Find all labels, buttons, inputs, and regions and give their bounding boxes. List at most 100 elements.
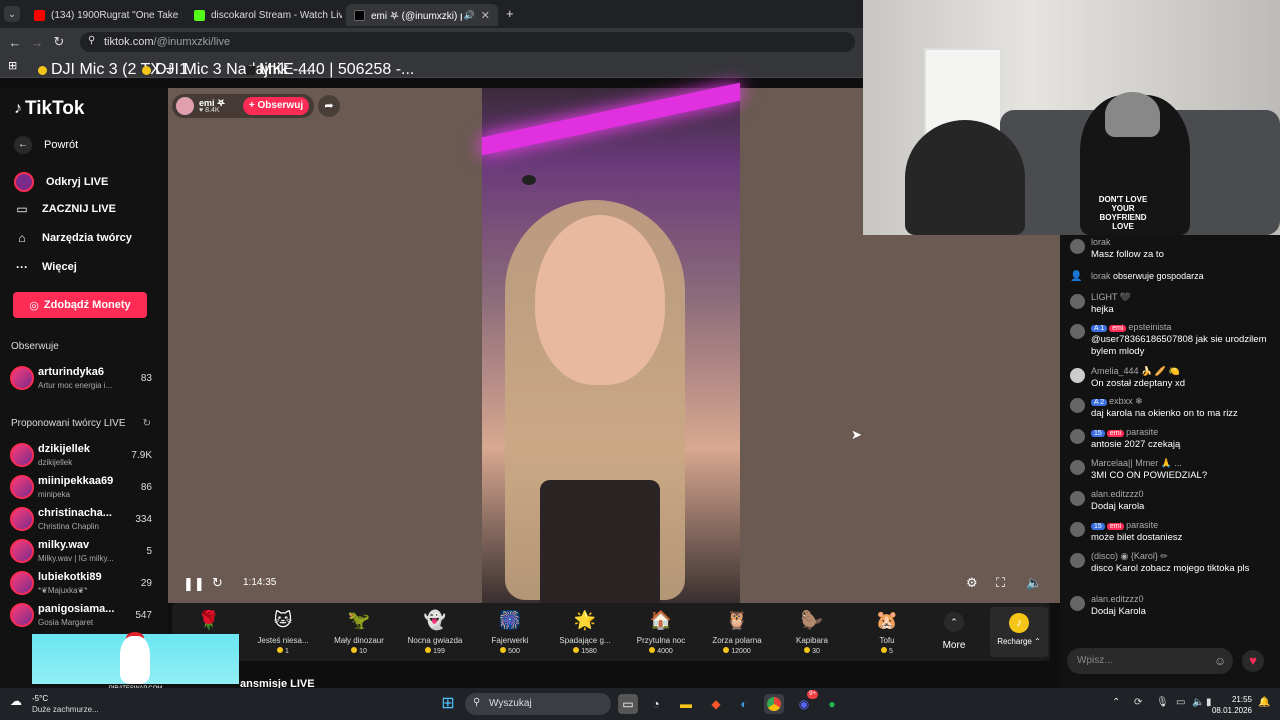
gift-item[interactable]: 👻 Nocna gwiazda 199 <box>398 607 472 655</box>
sync-icon[interactable]: ⟳ <box>1134 697 1142 708</box>
more-gifts-button[interactable]: ⌃ More <box>935 612 973 651</box>
chat-user[interactable]: (disco) ◉ {Karol} ✏ <box>1091 551 1168 562</box>
tab-label: discokarol Stream - Watch Live <box>211 9 342 21</box>
chat-user-row: 15 emi parasite <box>1091 520 1158 530</box>
suggested-creator[interactable]: lubiekotki89 *❦Majuxka❦* 29 <box>10 569 152 599</box>
follow-button[interactable]: + Obserwuj <box>243 97 309 115</box>
chat-user[interactable]: alan.editzzz0 <box>1091 489 1144 499</box>
share-icon[interactable]: ➦ <box>318 95 340 117</box>
avatar <box>10 366 34 390</box>
brave-icon[interactable]: ◆ <box>706 694 726 714</box>
site-info-icon[interactable]: ⚲ <box>88 35 95 46</box>
chat-user[interactable]: alan.editzzz0 <box>1091 594 1144 604</box>
avatar <box>1070 294 1085 309</box>
bookmark-3[interactable]: MKE 440 | 506258 -... <box>246 61 414 79</box>
nav-discover-live[interactable]: Odkryj LIVE <box>14 172 108 192</box>
pause-icon[interactable]: ❚❚ <box>183 576 205 592</box>
tiktok-logo[interactable]: ♪ TikTok <box>14 98 84 120</box>
viewer-count: 334 <box>135 514 152 525</box>
gift-item[interactable]: 🏠 Przytulna noc 4000 <box>624 607 698 655</box>
heart-icon[interactable]: ♥ <box>1242 650 1264 672</box>
suggested-creator[interactable]: dzikijellek dzikijellek 7.9K <box>10 441 152 471</box>
following-creator[interactable]: arturindyka6 Artur moc energia i... 83 <box>10 364 152 394</box>
discord-icon[interactable]: ◉ 9+ <box>794 690 818 714</box>
refresh-icon[interactable]: ↻ <box>212 575 223 591</box>
suggested-creator[interactable]: miinipekkaa69 minipeka 86 <box>10 473 152 503</box>
mic-icon[interactable]: 🎙 <box>1156 697 1169 708</box>
task-view-icon[interactable]: ▭ <box>618 694 638 714</box>
nav-more[interactable]: ··· Więcej <box>14 260 77 274</box>
gift-item[interactable]: 🎆 Fajerwerki 500 <box>473 607 547 655</box>
new-tab-button[interactable]: + <box>506 6 514 21</box>
suggested-creator[interactable]: christinacha... Christina Chaplin 334 <box>10 505 152 535</box>
close-icon[interactable]: ✕ <box>475 9 490 22</box>
chat-user[interactable]: Marcelaa|| Mmer 🙏 ... <box>1091 458 1182 469</box>
gift-price: 10 <box>322 647 396 655</box>
settings-icon[interactable]: ⚙ <box>966 575 978 591</box>
refresh-icon[interactable]: ↻ <box>143 418 151 429</box>
app-icon[interactable]: ◔ <box>646 694 666 714</box>
volume-icon[interactable]: 🔈 <box>1026 575 1042 591</box>
gift-item[interactable]: 🦖 Mały dinozaur 10 <box>322 607 396 655</box>
chat-user[interactable]: Amelia_444 🍌 🥖 🍋 <box>1091 366 1180 377</box>
gift-item[interactable]: 🌹 <box>172 607 246 633</box>
fullscreen-icon[interactable]: ⛶ <box>996 575 1005 591</box>
chevron-up-icon[interactable]: ⌃ <box>1112 697 1120 708</box>
weather-icon[interactable]: ☁ <box>10 694 22 708</box>
chat-user[interactable]: LIGHT 🖤 <box>1091 292 1131 303</box>
speaker-icon[interactable]: 🔊 <box>464 10 475 21</box>
spotify-icon[interactable]: ● <box>822 694 842 714</box>
gift-item[interactable]: 🌟 Spadające g... 1580 <box>548 607 622 655</box>
host-avatar[interactable] <box>176 97 194 115</box>
gift-price: 4000 <box>624 647 698 655</box>
gift-item[interactable]: 🐱 Jesteś niesa... 1 <box>246 607 320 655</box>
chat-user[interactable]: parasite <box>1126 427 1158 437</box>
windows-start-icon[interactable]: ⊞ <box>438 694 458 714</box>
taskbar-search[interactable]: ⚲ Wyszukaj <box>465 693 611 715</box>
chat-user[interactable]: lorak <box>1091 271 1111 281</box>
network-icon[interactable]: ▭ <box>1176 697 1185 708</box>
chat-message: 👤 lorak obserwuje gospodarza <box>1070 271 1270 287</box>
creator-sub: Artur moc energia i... <box>38 381 113 390</box>
edge-icon[interactable]: ◐ <box>734 694 754 714</box>
fan-badge: emi <box>1109 325 1127 332</box>
recharge-button[interactable]: ♪ Recharge ⌃ <box>990 607 1048 657</box>
chat-user[interactable]: lorak <box>1091 237 1111 247</box>
chat-user[interactable]: epsteinista <box>1128 322 1171 332</box>
suggested-heading: Proponowani twórcy LIVE ↻ <box>11 418 151 429</box>
tab-youtube[interactable]: (134) 1900Rugrat "One Take Fre ✕ <box>26 4 182 26</box>
volume-icon[interactable]: 🔈 <box>1192 697 1204 708</box>
emoji-icon[interactable]: ☺ <box>1214 654 1226 668</box>
gift-item[interactable]: 🦉 Zorza polarna 12000 <box>700 607 774 655</box>
reload-icon[interactable]: ↻ <box>48 34 70 50</box>
live-stage-extension[interactable] <box>863 235 1060 603</box>
back-link[interactable]: ← Powrót <box>14 136 78 154</box>
chat-user[interactable]: parasite <box>1126 520 1158 530</box>
apps-icon[interactable]: ⊞ <box>8 59 17 72</box>
nav-creator-tools[interactable]: ⌂ Narzędzia twórcy <box>14 231 132 245</box>
weather-desc[interactable]: Duże zachmurze... <box>32 705 99 714</box>
gift-price: 12000 <box>700 647 774 655</box>
tab-search-icon[interactable]: ⌄ <box>4 6 20 22</box>
get-coins-button[interactable]: ◎ Zdobądź Monety <box>13 292 147 318</box>
gift-item[interactable]: 🦫 Kapibara 30 <box>775 607 849 655</box>
forward-icon[interactable]: → <box>26 35 48 50</box>
weather-temp[interactable]: -5°C <box>32 694 48 703</box>
chat-input[interactable]: Wpisz... <box>1067 648 1233 674</box>
chat-user[interactable]: exbxx ❄ <box>1109 396 1143 406</box>
back-icon[interactable]: ← <box>4 35 26 50</box>
gift-name: Kapibara <box>795 636 829 645</box>
mouse-cursor: ➤ <box>851 427 862 442</box>
nav-start-live[interactable]: ▭ ZACZNIJ LIVE <box>14 202 116 216</box>
clock[interactable]: 21:55 08.01.2026 <box>1212 694 1252 716</box>
tab-kick[interactable]: discokarol Stream - Watch Live ✕ <box>186 4 342 26</box>
suggested-creator[interactable]: milky.wav Milky.wav | IG milky... 5 <box>10 537 152 567</box>
suggested-creator[interactable]: panigosiama... Gosia Margaret 547 <box>10 601 152 631</box>
chrome-icon[interactable] <box>764 694 784 714</box>
gift-item[interactable]: 🐹 Tofu 5 <box>850 607 924 655</box>
coin-icon: ◎ <box>29 299 39 312</box>
notification-icon[interactable]: 🔔 <box>1258 697 1270 708</box>
url-field[interactable]: ⚲ tiktok.com/@inumxzki/live <box>80 32 855 52</box>
tab-tiktok[interactable]: emi 𖤐 (@inumxzki) prowadz 🔊 ✕ <box>346 4 498 26</box>
folder-icon[interactable]: ▬ <box>676 694 696 714</box>
